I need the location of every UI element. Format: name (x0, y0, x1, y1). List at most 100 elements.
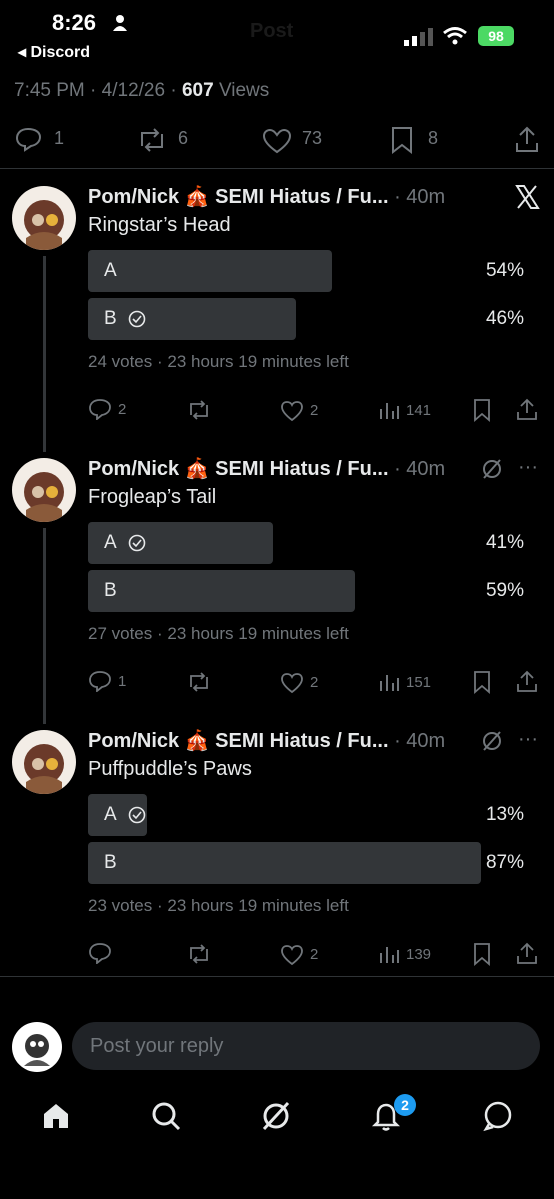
thread-line (43, 528, 46, 724)
poll-option-label: A (104, 804, 117, 825)
reply-icon (15, 127, 42, 152)
home-icon[interactable] (40, 1100, 72, 1132)
poll-percent: 59% (485, 580, 524, 601)
reply-icon (89, 399, 111, 421)
reply-action[interactable]: 1 (14, 126, 64, 157)
heart-icon (281, 401, 303, 422)
poll-bar-a[interactable] (88, 250, 332, 292)
reply-placeholder: Post your reply (90, 1035, 224, 1057)
repost-icon[interactable] (186, 944, 212, 964)
reply-action[interactable]: 2 (88, 398, 126, 425)
back-to-app-link[interactable]: ◂ Discord (18, 42, 90, 62)
poll-option-label: B (104, 308, 117, 329)
tweet-header: Pom/Nick 🎪 SEMI Hiatus / Fu... · 40m (88, 458, 446, 480)
repost-icon[interactable] (186, 672, 212, 692)
poll-meta: 23 votes · 23 hours 19 minutes left (88, 896, 349, 915)
thread-line (43, 256, 46, 452)
poll-bar-b[interactable] (88, 298, 296, 340)
tweet-text: Frogleap’s Tail (88, 486, 217, 508)
reply-action[interactable]: 1 (88, 670, 126, 697)
views-action[interactable]: 141 (378, 400, 431, 425)
views-action[interactable]: 151 (378, 672, 431, 697)
tweet-time: 40m (406, 730, 446, 752)
share-icon[interactable] (516, 398, 538, 422)
more-options-icon[interactable]: ··· (518, 728, 538, 751)
tweet-text: Ringstar’s Head (88, 214, 231, 236)
author-name[interactable]: Pom/Nick 🎪 SEMI Hiatus / Fu... (88, 186, 389, 208)
bookmark-count: 8 (428, 128, 439, 148)
like-count: 2 (310, 674, 319, 691)
poll-meta: 27 votes · 23 hours 19 minutes left (88, 624, 349, 643)
check-circle-icon (128, 534, 146, 552)
repost-action[interactable]: 6 (136, 128, 188, 157)
user-avatar[interactable] (12, 1022, 62, 1072)
like-count: 2 (310, 402, 319, 419)
poll-bar-b[interactable] (88, 570, 355, 612)
poll-percent: 54% (485, 260, 524, 281)
bookmark-action[interactable]: 8 (390, 126, 438, 159)
poll-percent: 13% (485, 804, 524, 825)
poll-option-label: B (104, 580, 117, 601)
reply-icon (89, 943, 111, 965)
poll-bar-b[interactable] (88, 842, 481, 884)
repost-icon[interactable] (186, 400, 212, 420)
avatar[interactable] (12, 186, 76, 250)
tweet-header: Pom/Nick 🎪 SEMI Hiatus / Fu... · 40m (88, 186, 446, 208)
heart-icon (281, 945, 303, 966)
tweet-time: 40m (406, 458, 446, 480)
bookmark-icon[interactable] (472, 670, 492, 694)
views-chart-icon (380, 675, 399, 691)
divider (0, 976, 554, 977)
share-icon[interactable] (514, 126, 540, 154)
views-action[interactable]: 139 (378, 944, 431, 969)
search-icon[interactable] (150, 1100, 182, 1132)
author-name[interactable]: Pom/Nick 🎪 SEMI Hiatus / Fu... (88, 730, 389, 752)
check-circle-icon (128, 806, 146, 824)
avatar[interactable] (12, 458, 76, 522)
wifi-icon (443, 27, 467, 45)
views-chart-icon (380, 947, 399, 963)
post-meta: 7:45 PM · 4/12/26 · 607 Views (14, 80, 270, 101)
bookmark-icon[interactable] (472, 398, 492, 422)
like-action[interactable]: 2 (280, 672, 318, 699)
grok-icon[interactable] (480, 458, 504, 480)
page-title: Post (250, 20, 294, 42)
like-action[interactable]: 2 (280, 944, 318, 971)
reply-count: 1 (54, 128, 65, 148)
poll-option-label: A (104, 532, 117, 553)
heart-icon (281, 673, 303, 694)
divider (0, 168, 554, 169)
views-count: 139 (406, 946, 432, 963)
share-icon[interactable] (516, 670, 538, 694)
grok-icon[interactable] (480, 730, 504, 752)
heart-icon (262, 128, 292, 154)
grok-icon[interactable] (260, 1100, 292, 1132)
views-chart-icon (380, 403, 399, 419)
poll-option-label: B (104, 852, 117, 873)
bookmark-icon (392, 127, 412, 155)
messages-icon[interactable] (482, 1100, 514, 1132)
more-options-icon[interactable]: ··· (518, 456, 538, 479)
like-action[interactable]: 2 (280, 400, 318, 427)
poll-option-label: A (104, 260, 117, 281)
poll-meta: 24 votes · 23 hours 19 minutes left (88, 352, 349, 371)
x-logo-icon (515, 185, 540, 209)
bookmark-icon[interactable] (472, 942, 492, 966)
author-name[interactable]: Pom/Nick 🎪 SEMI Hiatus / Fu... (88, 458, 389, 480)
tweet-time: 40m (406, 186, 446, 208)
repost-icon (141, 128, 163, 152)
poll-percent: 87% (485, 852, 524, 873)
share-icon[interactable] (516, 942, 538, 966)
status-time: 8:26 (52, 10, 97, 35)
notification-badge: 2 (394, 1094, 416, 1116)
reply-action[interactable] (88, 942, 112, 969)
battery-indicator: 98 (478, 26, 514, 46)
check-circle-icon (128, 310, 146, 328)
poll-percent: 41% (485, 532, 524, 553)
tweet-text: Puffpuddle’s Paws (88, 758, 252, 780)
like-count: 73 (302, 128, 323, 148)
reply-count: 2 (118, 401, 127, 418)
avatar[interactable] (12, 730, 76, 794)
like-action[interactable]: 73 (262, 128, 322, 159)
like-count: 2 (310, 946, 319, 963)
